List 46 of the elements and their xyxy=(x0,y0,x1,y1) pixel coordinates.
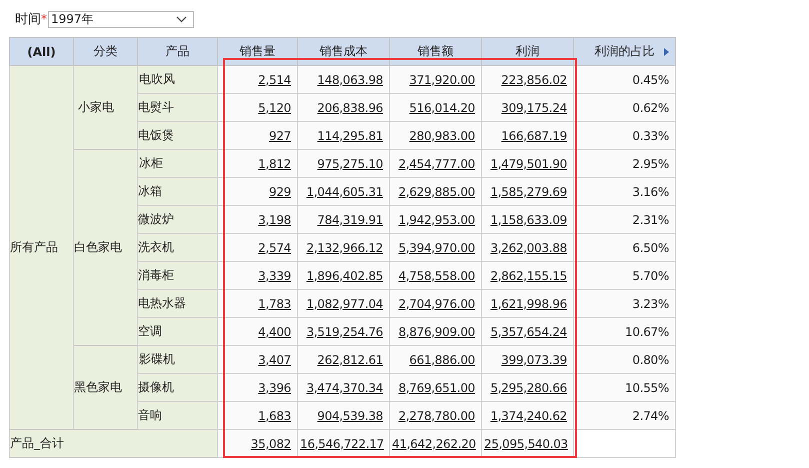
row-header-cell: 空调 xyxy=(138,318,218,346)
table-cell: 10.67% xyxy=(574,318,676,346)
table-cell: 5.70% xyxy=(574,262,676,290)
row-header-cell: 电熨斗 xyxy=(138,94,218,122)
table-cell: 0.33% xyxy=(574,122,676,150)
row-header-cell: 白色家电 xyxy=(74,150,138,346)
row-header-cell: 所有产品 xyxy=(10,66,74,430)
table-cell: 0.45% xyxy=(574,66,676,94)
row-header-cell: 小家电 xyxy=(74,66,138,150)
table-cell: 2.95% xyxy=(574,150,676,178)
table-cell: 3.23% xyxy=(574,290,676,318)
year-select[interactable]: 1997年 xyxy=(48,10,194,28)
column-header[interactable]: 销售额 xyxy=(390,38,482,66)
row-header-cell: 电饭煲 xyxy=(138,122,218,150)
triangle-right-icon xyxy=(664,48,669,56)
column-header[interactable]: 分类 xyxy=(74,38,138,66)
row-header-cell: 消毒柜 xyxy=(138,262,218,290)
value-link[interactable]: 927 xyxy=(268,128,291,142)
row-header-cell: 影碟机 xyxy=(138,346,218,374)
row-header-cell: 电吹风 xyxy=(138,66,218,94)
table-cell: 2.74% xyxy=(574,402,676,430)
column-header[interactable]: 销售量 xyxy=(218,38,298,66)
table-cell: 2.31% xyxy=(574,206,676,234)
row-header-cell: 摄像机 xyxy=(138,374,218,402)
column-header[interactable]: 利润的占比 xyxy=(574,38,676,66)
column-header[interactable]: 利润 xyxy=(482,38,574,66)
total-label: 产品_合计 xyxy=(10,430,218,458)
column-header[interactable]: 产品 xyxy=(138,38,218,66)
row-header-cell: 冰箱 xyxy=(138,178,218,206)
table-cell: 0.80% xyxy=(574,346,676,374)
row-header-cell: 电热水器 xyxy=(138,290,218,318)
row-header-cell: 黑色家电 xyxy=(74,346,138,430)
row-header-cell: 音响 xyxy=(138,402,218,430)
value-link[interactable]: 929 xyxy=(268,184,291,198)
table-cell: 0.62% xyxy=(574,94,676,122)
column-header[interactable]: 销售成本 xyxy=(298,38,390,66)
filter-label: 时间 xyxy=(15,11,41,28)
row-header-cell: 洗衣机 xyxy=(138,234,218,262)
table-cell: 6.50% xyxy=(574,234,676,262)
required-mark: * xyxy=(41,12,47,26)
chevron-down-icon xyxy=(176,16,187,22)
row-header-cell: 微波炉 xyxy=(138,206,218,234)
table-cell: 3.16% xyxy=(574,178,676,206)
table-cell: 10.55% xyxy=(574,374,676,402)
column-header[interactable]: (All) xyxy=(10,38,74,66)
row-header-cell: 冰柜 xyxy=(138,150,218,178)
